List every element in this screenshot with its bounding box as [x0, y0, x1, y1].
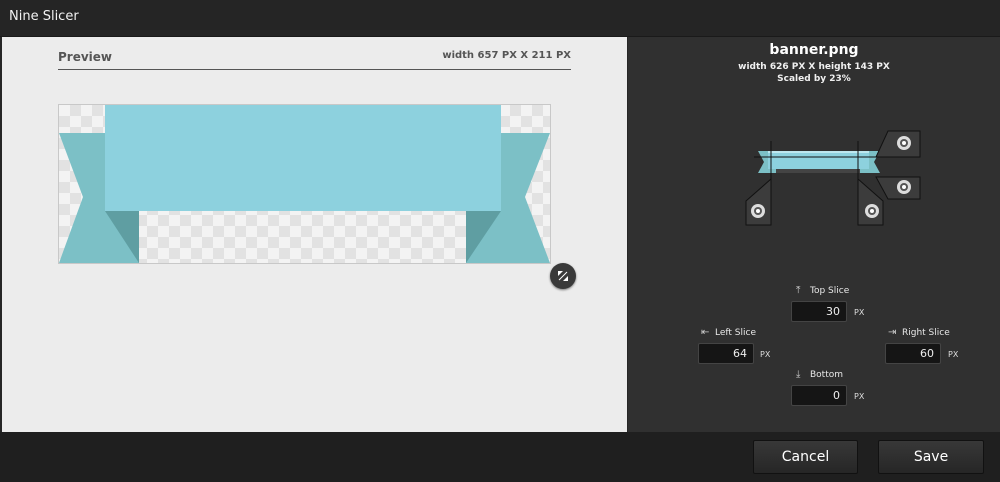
left-slice-input[interactable]: 64 [698, 343, 754, 364]
banner-body [105, 105, 501, 211]
title-bar: Nine Slicer [0, 0, 1000, 37]
cancel-button[interactable]: Cancel [753, 440, 858, 474]
left-slice-label: ⇤ Left Slice [701, 327, 756, 338]
dialog-footer: Cancel Save [0, 432, 1000, 482]
image-dimensions: width 626 PX X height 143 PX [738, 62, 890, 72]
bottom-slice-input[interactable]: 0 [791, 385, 847, 406]
top-slice-input[interactable]: 30 [791, 301, 847, 322]
slice-settings-panel: banner.png width 626 PX X height 143 PX … [628, 37, 1000, 432]
resize-handle[interactable] [550, 263, 576, 289]
right-slice-unit: PX [948, 350, 959, 359]
slice-thumbnail [745, 130, 921, 226]
right-slice-label: ⇥ Right Slice [888, 327, 950, 338]
top-slice-unit: PX [854, 308, 865, 317]
preview-canvas [58, 104, 551, 264]
arrow-up-bar-icon: ⤒ [796, 285, 801, 296]
preview-panel: Preview width 657 PX X 211 PX [2, 37, 627, 432]
image-filename: banner.png [769, 42, 859, 58]
arrow-left-bar-icon: ⇤ [701, 327, 710, 338]
banner-preview-image [59, 105, 550, 263]
arrow-down-bar-icon: ⤓ [796, 369, 801, 380]
preview-dimensions: width 657 PX X 211 PX [442, 50, 571, 61]
thumb-banner [768, 151, 869, 169]
resize-icon [558, 271, 568, 281]
top-slice-handle[interactable] [875, 130, 921, 158]
preview-heading: Preview [58, 50, 113, 64]
left-slice-unit: PX [760, 350, 771, 359]
preview-divider [58, 69, 571, 70]
right-slice-handle[interactable] [857, 177, 884, 226]
window-title: Nine Slicer [9, 9, 79, 24]
right-slice-input[interactable]: 60 [885, 343, 941, 364]
image-scale: Scaled by 23% [777, 74, 851, 84]
bottom-slice-label: ⤓ Bottom [796, 369, 844, 380]
save-button[interactable]: Save [878, 440, 984, 474]
bottom-slice-handle[interactable] [875, 176, 921, 200]
left-slice-handle[interactable] [745, 177, 772, 226]
bottom-slice-unit: PX [854, 392, 865, 401]
arrow-right-bar-icon: ⇥ [888, 327, 897, 338]
thumb-banner-top [768, 151, 869, 153]
top-slice-label: ⤒ Top Slice [796, 285, 850, 296]
